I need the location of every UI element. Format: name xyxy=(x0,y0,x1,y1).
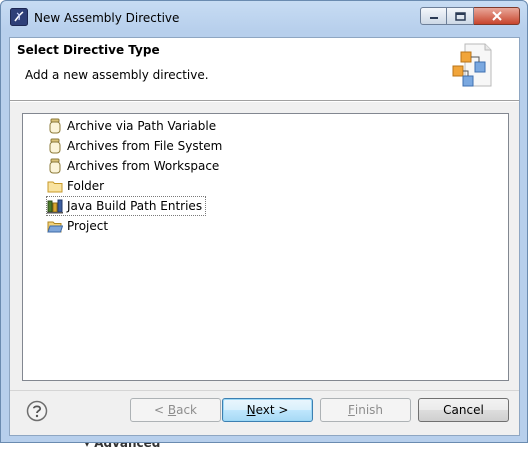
jar-icon xyxy=(49,118,61,134)
dialog-window: New Assembly Directive Select Directive … xyxy=(0,0,528,443)
next-button-label: ext > xyxy=(255,403,289,417)
list-item-label: Archives from File System xyxy=(67,139,223,153)
list-item-label: Archive via Path Variable xyxy=(67,119,217,133)
cancel-button-label: Cancel xyxy=(443,403,484,417)
list-item-label: Folder xyxy=(67,179,105,193)
page-title: Select Directive Type xyxy=(17,43,160,57)
close-icon xyxy=(491,11,502,21)
project-folder-icon xyxy=(47,221,63,233)
back-button-prefix: < xyxy=(153,403,168,417)
directive-type-list[interactable]: Archive via Path Variable Archives from … xyxy=(22,113,509,381)
list-item-label: Archives from Workspace xyxy=(67,159,220,173)
jar-icon xyxy=(49,158,61,174)
cancel-button[interactable]: Cancel xyxy=(418,398,509,422)
minimize-icon xyxy=(429,17,438,19)
back-button-label: ack xyxy=(176,403,197,417)
window-title: New Assembly Directive xyxy=(34,11,180,25)
list-item-archive-via-path-variable[interactable]: Archive via Path Variable xyxy=(47,117,216,135)
eclipse-icon xyxy=(10,8,28,26)
header-separator-highlight xyxy=(10,101,519,102)
back-button-mnemonic: B xyxy=(167,403,177,417)
wizard-banner-icon xyxy=(452,43,492,87)
page-message: Add a new assembly directive. xyxy=(25,68,209,82)
list-item-label: Java Build Path Entries xyxy=(67,199,203,213)
dialog-client-area: Select Directive Type Add a new assembly… xyxy=(9,37,520,436)
list-item-folder[interactable]: Folder xyxy=(47,177,104,195)
finish-button-mnemonic: F xyxy=(347,403,355,417)
list-item-archives-from-file-system[interactable]: Archives from File System xyxy=(47,137,222,155)
close-button[interactable] xyxy=(474,7,520,25)
title-bar[interactable]: New Assembly Directive xyxy=(1,1,527,37)
maximize-button[interactable] xyxy=(447,7,474,25)
library-icon xyxy=(47,199,63,214)
folder-icon xyxy=(47,181,63,193)
finish-button[interactable]: Finish xyxy=(320,398,411,422)
next-button[interactable]: Next > xyxy=(222,398,313,422)
finish-button-label: inish xyxy=(354,403,384,417)
jar-icon xyxy=(49,138,61,154)
maximize-icon xyxy=(454,11,466,21)
wizard-header: Select Directive Type Add a new assembly… xyxy=(10,38,519,100)
help-icon[interactable] xyxy=(26,400,48,422)
button-bar-separator xyxy=(10,390,519,391)
list-item-project[interactable]: Project xyxy=(47,217,108,235)
minimize-button[interactable] xyxy=(420,7,447,25)
next-button-mnemonic: N xyxy=(246,403,256,417)
back-button[interactable]: < Back xyxy=(130,398,221,422)
list-item-java-build-path-entries[interactable]: Java Build Path Entries xyxy=(45,196,207,216)
list-item-archives-from-workspace[interactable]: Archives from Workspace xyxy=(47,157,219,175)
list-item-label: Project xyxy=(67,219,109,233)
